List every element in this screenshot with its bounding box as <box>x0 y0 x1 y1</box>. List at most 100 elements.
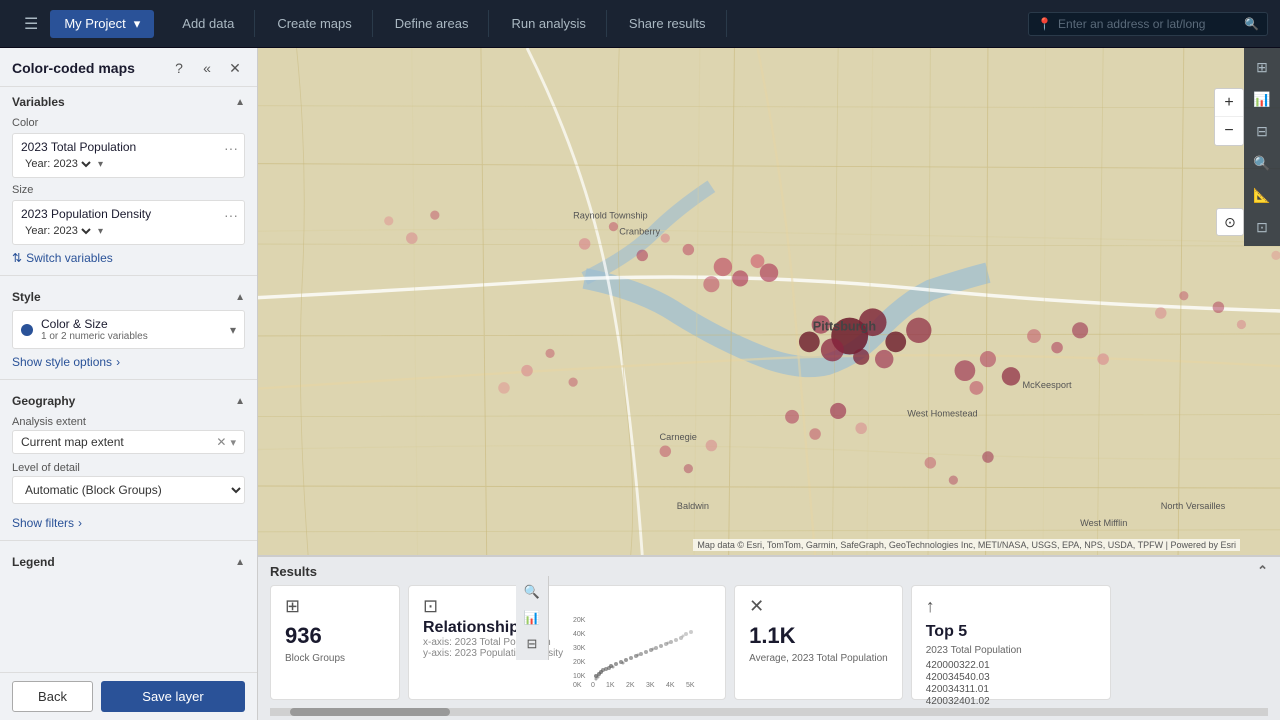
color-year-select[interactable]: Year: 2023 <box>21 157 94 171</box>
my-location-button[interactable]: ⊙ <box>1216 208 1244 236</box>
show-filters-arrow: › <box>78 516 82 530</box>
map-toolbar: ⊞ 📊 ⊟ 🔍 📐 ⊡ <box>1244 48 1280 246</box>
style-section-header[interactable]: Style ▲ <box>0 282 257 308</box>
show-filters-button[interactable]: Show filters › <box>0 512 257 534</box>
nav-share-results[interactable]: Share results <box>609 10 727 37</box>
average-label: Average, 2023 Total Population <box>749 653 888 664</box>
nav-add-data[interactable]: Add data <box>162 10 255 37</box>
size-variable-card: 2023 Population Density Year: 2023 ▾ ··· <box>12 200 245 245</box>
color-var-menu[interactable]: ··· <box>224 140 238 156</box>
svg-text:10K: 10K <box>573 673 586 680</box>
panel-footer: Back Save layer <box>0 672 257 720</box>
color-year-chevron: ▾ <box>98 159 103 170</box>
topbar: ☰ My Project ▾ Add data Create maps Defi… <box>0 0 1280 48</box>
size-variable-name: 2023 Population Density <box>21 207 151 221</box>
nav-define-areas[interactable]: Define areas <box>375 10 490 37</box>
block-groups-value: 936 <box>285 623 385 649</box>
style-name: Color & Size <box>41 317 222 331</box>
average-value: 1.1K <box>749 623 888 649</box>
style-chevron-icon: ▾ <box>230 323 236 337</box>
style-section-title: Style <box>12 290 41 304</box>
close-button[interactable]: ✕ <box>225 58 245 78</box>
collapse-button[interactable]: « <box>197 58 217 78</box>
results-expand-button[interactable]: ⌃ <box>1257 563 1268 579</box>
results-title: Results <box>270 564 317 579</box>
back-button[interactable]: Back <box>12 681 93 712</box>
variables-toggle-icon: ▲ <box>235 97 245 108</box>
save-layer-button[interactable]: Save layer <box>101 681 245 712</box>
zoom-in-button[interactable]: + <box>1215 89 1243 117</box>
block-groups-icon: ⊞ <box>285 596 385 617</box>
level-detail-label: Level of detail <box>12 462 245 474</box>
layers-tool-button[interactable]: ⊞ <box>1247 52 1277 82</box>
nav-run-analysis[interactable]: Run analysis <box>491 10 606 37</box>
block-groups-card: ⊞ 936 Block Groups <box>270 585 400 700</box>
svg-text:0: 0 <box>591 682 595 689</box>
size-field-label: Size <box>0 180 257 198</box>
top5-card: ↑ Top 5 2023 Total Population 420000322.… <box>911 585 1111 700</box>
show-style-options-arrow: › <box>116 355 120 369</box>
analysis-extent-label: Analysis extent <box>12 416 245 428</box>
svg-text:Raynold Township: Raynold Township <box>573 211 648 221</box>
zoom-out-button[interactable]: − <box>1215 117 1243 145</box>
screenshot-tool-button[interactable]: ⊡ <box>1247 212 1277 242</box>
result-chart-tool[interactable]: 📊 <box>520 606 544 630</box>
results-scrollbar-thumb[interactable] <box>290 708 450 716</box>
project-selector[interactable]: My Project ▾ <box>50 10 154 38</box>
clear-extent-button[interactable]: ✕ <box>216 435 226 449</box>
analysis-extent-selector[interactable]: Current map extent ✕ ▾ <box>12 430 245 454</box>
svg-text:20K: 20K <box>573 617 586 624</box>
switch-icon: ⇅ <box>12 251 22 265</box>
size-var-menu[interactable]: ··· <box>224 207 238 223</box>
results-scrollbar[interactable] <box>270 708 1268 716</box>
style-card[interactable]: Color & Size 1 or 2 numeric variables ▾ <box>12 310 245 349</box>
average-icon: ✕ <box>749 596 888 617</box>
results-panel: Results ⌃ ⊞ 936 Block Groups ⊡ Relations… <box>258 555 1280 720</box>
panel-header: Color-coded maps ? « ✕ <box>0 48 257 87</box>
color-variable-card: 2023 Total Population Year: 2023 ▾ ··· <box>12 133 245 178</box>
search-input[interactable] <box>1058 17 1238 31</box>
nav-create-maps[interactable]: Create maps <box>257 10 372 37</box>
show-filters-label: Show filters <box>12 516 74 530</box>
help-button[interactable]: ? <box>169 58 189 78</box>
svg-text:40K: 40K <box>573 631 586 638</box>
measure-tool-button[interactable]: 📐 <box>1247 180 1277 210</box>
variables-section-header[interactable]: Variables ▲ <box>0 87 257 113</box>
table-tool-button[interactable]: ⊟ <box>1247 116 1277 146</box>
switch-variables-button[interactable]: ⇅ Switch variables <box>0 247 257 269</box>
top5-item-1: 420000322.01 <box>926 660 1096 671</box>
legend-content <box>0 573 257 581</box>
legend-tool-button[interactable]: 📊 <box>1247 84 1277 114</box>
result-table-tool[interactable]: ⊟ <box>520 632 544 656</box>
switch-variables-label: Switch variables <box>26 251 113 265</box>
map-area: Pittsburgh Raynold Township Cranberry Ca… <box>258 48 1280 720</box>
size-year-select[interactable]: Year: 2023 <box>21 224 94 238</box>
legend-section-header[interactable]: Legend ▲ <box>0 547 257 573</box>
svg-text:McKeesport: McKeesport <box>1023 380 1073 390</box>
map-canvas: Pittsburgh Raynold Township Cranberry Ca… <box>258 48 1280 555</box>
result-side-tools: 🔍 📊 ⊟ <box>516 576 549 660</box>
relationship-card: ⊡ Relationship x-axis: 2023 Total Popula… <box>408 585 726 700</box>
divider-2 <box>0 379 257 380</box>
level-detail-select[interactable]: Automatic (Block Groups) <box>12 476 245 504</box>
geography-section-header[interactable]: Geography ▲ <box>0 386 257 412</box>
hamburger-icon: ☰ <box>24 14 38 34</box>
left-panel: Color-coded maps ? « ✕ Variables ▲ Color… <box>0 48 258 720</box>
chevron-down-icon: ▾ <box>134 16 141 32</box>
geography-section-title: Geography <box>12 394 75 408</box>
main-layout: Color-coded maps ? « ✕ Variables ▲ Color… <box>0 48 1280 720</box>
show-style-options-button[interactable]: Show style options › <box>0 351 257 373</box>
search-tool-button[interactable]: 🔍 <box>1247 148 1277 178</box>
svg-text:2K: 2K <box>626 682 635 689</box>
map-attribution: Map data © Esri, TomTom, Garmin, SafeGra… <box>693 539 1240 551</box>
map-container[interactable]: Pittsburgh Raynold Township Cranberry Ca… <box>258 48 1280 555</box>
top5-item-4: 420032401.02 <box>926 696 1096 707</box>
menu-button[interactable]: ☰ <box>12 14 50 34</box>
svg-text:1K: 1K <box>606 682 615 689</box>
legend-toggle-icon: ▲ <box>235 557 245 568</box>
zoom-controls: + − <box>1214 88 1244 146</box>
search-icon[interactable]: 🔍 <box>1244 17 1259 31</box>
top5-list: 420000322.01 420034540.03 420034311.01 4… <box>926 660 1096 708</box>
result-search-tool[interactable]: 🔍 <box>520 580 544 604</box>
geography-content: Analysis extent Current map extent ✕ ▾ L… <box>0 412 257 508</box>
